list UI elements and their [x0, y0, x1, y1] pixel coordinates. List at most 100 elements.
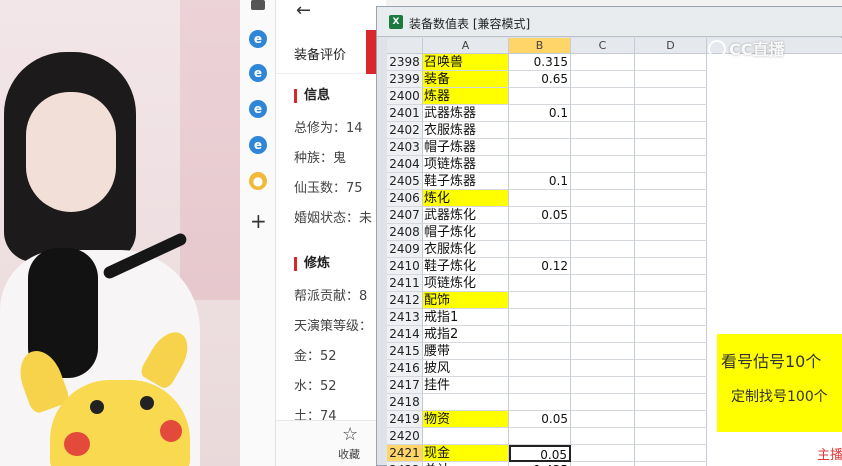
cell-a[interactable] [423, 428, 509, 445]
cell-c[interactable] [571, 105, 635, 122]
row-number[interactable]: 2421 [387, 445, 423, 462]
table-row[interactable]: 2401 武器炼器 0.1 [387, 105, 842, 122]
cell-b[interactable] [509, 377, 571, 394]
cell-c[interactable] [571, 54, 635, 71]
edge-icon[interactable]: e [249, 64, 267, 82]
cell-b[interactable] [509, 360, 571, 377]
cell-d[interactable] [635, 88, 707, 105]
select-all-corner[interactable] [387, 38, 423, 54]
cell-c[interactable] [571, 71, 635, 88]
cell-d[interactable] [635, 190, 707, 207]
table-row[interactable]: 2407 武器炼化 0.05 [387, 207, 842, 224]
table-row[interactable]: 2406 炼化 [387, 190, 842, 207]
cell-c[interactable] [571, 258, 635, 275]
cell-b[interactable] [509, 428, 571, 445]
cell-d[interactable] [635, 411, 707, 428]
cell-a[interactable]: 武器炼器 [423, 105, 509, 122]
cell-d[interactable] [635, 428, 707, 445]
cell-a[interactable]: 戒指2 [423, 326, 509, 343]
cell-d[interactable] [635, 105, 707, 122]
column-header-c[interactable]: C [571, 38, 635, 54]
cell-a[interactable]: 鞋子炼器 [423, 173, 509, 190]
table-row[interactable]: 2404 项链炼器 [387, 156, 842, 173]
table-row[interactable]: 2403 帽子炼器 [387, 139, 842, 156]
add-tab-icon[interactable]: + [250, 211, 267, 231]
cell-c[interactable] [571, 275, 635, 292]
cell-c[interactable] [571, 462, 635, 466]
cell-d[interactable] [635, 394, 707, 411]
cell-b[interactable] [509, 394, 571, 411]
row-number[interactable]: 2417 [387, 377, 423, 394]
cell-d[interactable] [635, 122, 707, 139]
cell-b[interactable]: 0.1 [509, 105, 571, 122]
cell-d[interactable] [635, 156, 707, 173]
cell-b[interactable]: 0.315 [509, 54, 571, 71]
table-row[interactable]: 2422总计1.435 [387, 462, 842, 466]
cell-b[interactable]: 0.12 [509, 258, 571, 275]
cell-c[interactable] [571, 190, 635, 207]
row-number[interactable]: 2407 [387, 207, 423, 224]
cell-b[interactable]: 1.435 [509, 462, 571, 466]
table-row[interactable]: 2405 鞋子炼器 0.1 [387, 173, 842, 190]
cell-a[interactable]: 炼化 [423, 190, 509, 207]
cell-d[interactable] [635, 275, 707, 292]
cell-d[interactable] [635, 309, 707, 326]
cell-a[interactable]: 鞋子炼化 [423, 258, 509, 275]
cell-b[interactable]: 0.65 [509, 71, 571, 88]
window-icon[interactable] [251, 0, 265, 10]
cell-d[interactable] [635, 139, 707, 156]
cell-d[interactable] [635, 292, 707, 309]
row-number[interactable]: 2402 [387, 122, 423, 139]
row-number[interactable]: 2400 [387, 88, 423, 105]
row-number[interactable]: 2422 [387, 462, 423, 466]
edge-icon[interactable]: e [249, 30, 267, 48]
cell-c[interactable] [571, 309, 635, 326]
cell-a[interactable]: 帽子炼器 [423, 139, 509, 156]
row-number[interactable]: 2414 [387, 326, 423, 343]
cell-c[interactable] [571, 326, 635, 343]
table-row[interactable]: 2400 炼器 [387, 88, 842, 105]
cell-c[interactable] [571, 173, 635, 190]
cell-a[interactable]: 项链炼器 [423, 156, 509, 173]
table-row[interactable]: 2409 衣服炼化 [387, 241, 842, 258]
row-number[interactable]: 2403 [387, 139, 423, 156]
cell-d[interactable] [635, 54, 707, 71]
back-arrow-icon[interactable]: ← [296, 0, 311, 21]
cell-d[interactable] [635, 207, 707, 224]
column-header-d[interactable]: D [635, 38, 707, 54]
row-number[interactable]: 2411 [387, 275, 423, 292]
row-number[interactable]: 2405 [387, 173, 423, 190]
star-icon[interactable]: ☆ [342, 424, 358, 445]
cell-d[interactable] [635, 258, 707, 275]
cell-a[interactable]: 项链炼化 [423, 275, 509, 292]
table-row[interactable]: 2421 现金 0.05 [387, 445, 842, 462]
cell-b[interactable] [509, 326, 571, 343]
cell-c[interactable] [571, 292, 635, 309]
cell-a[interactable]: 装备 [423, 71, 509, 88]
row-number[interactable]: 2399 [387, 71, 423, 88]
cell-a[interactable]: 腰带 [423, 343, 509, 360]
cell-d[interactable] [635, 445, 707, 462]
row-number[interactable]: 2415 [387, 343, 423, 360]
table-row[interactable]: 2411 项链炼化 [387, 275, 842, 292]
cell-b[interactable] [509, 241, 571, 258]
cell-d[interactable] [635, 173, 707, 190]
cell-d[interactable] [635, 343, 707, 360]
table-row[interactable]: 2412 配饰 [387, 292, 842, 309]
cell-c[interactable] [571, 207, 635, 224]
row-number[interactable]: 2406 [387, 190, 423, 207]
row-number[interactable]: 2412 [387, 292, 423, 309]
row-number[interactable]: 2413 [387, 309, 423, 326]
cell-b[interactable]: 0.1 [509, 173, 571, 190]
cell-a[interactable]: 披风 [423, 360, 509, 377]
cell-a[interactable]: 炼器 [423, 88, 509, 105]
cell-a[interactable]: 挂件 [423, 377, 509, 394]
row-number[interactable]: 2408 [387, 224, 423, 241]
cell-b[interactable] [509, 309, 571, 326]
cell-b[interactable]: 0.05 [509, 411, 571, 428]
cell-a[interactable]: 总计 [423, 462, 509, 466]
edge-icon[interactable]: e [249, 100, 267, 118]
cell-b[interactable] [509, 275, 571, 292]
cell-a[interactable]: 配饰 [423, 292, 509, 309]
cell-c[interactable] [571, 224, 635, 241]
